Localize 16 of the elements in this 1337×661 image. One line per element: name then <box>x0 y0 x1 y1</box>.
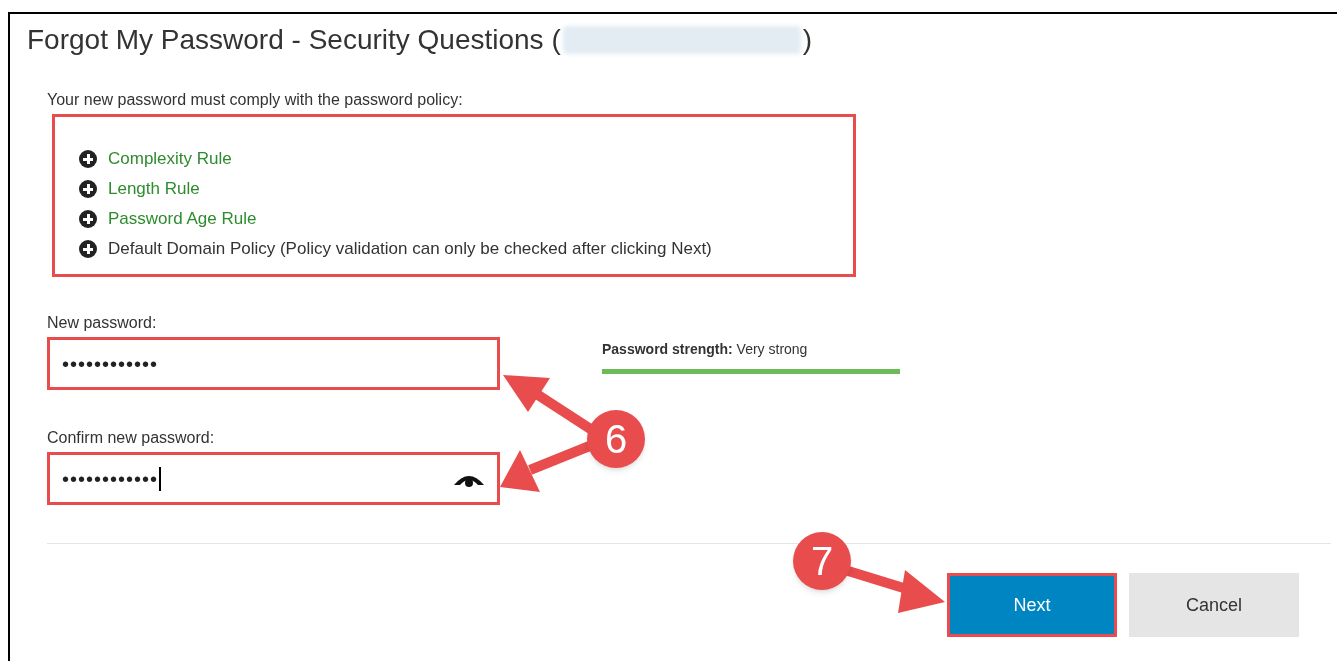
policy-note: Default Domain Policy (Policy validation can only be checked after clicking Next) <box>108 238 712 261</box>
field-label: Confirm new password: <box>47 428 216 448</box>
policy-link[interactable]: Password Age Rule <box>108 206 257 232</box>
password-field[interactable]: •••••••••••• <box>47 452 500 505</box>
step-callout: 7 <box>793 532 851 590</box>
policy-link[interactable]: Length Rule <box>108 176 200 202</box>
cancel-button[interactable]: Cancel <box>1129 573 1299 637</box>
next-button[interactable]: Next <box>947 573 1117 637</box>
step-callout: 6 <box>587 410 645 468</box>
policy-link[interactable]: Complexity Rule <box>108 146 232 172</box>
page-title: Forgot My Password - Security Questions ( <box>27 23 561 57</box>
field-label: New password: <box>47 313 158 333</box>
password-strength-text: Password strength: Very strong <box>602 340 809 359</box>
page-title: ) <box>802 23 813 57</box>
policy-intro: Your new password must comply with the password policy: <box>47 90 464 110</box>
password-field[interactable]: •••••••••••• <box>47 337 500 390</box>
